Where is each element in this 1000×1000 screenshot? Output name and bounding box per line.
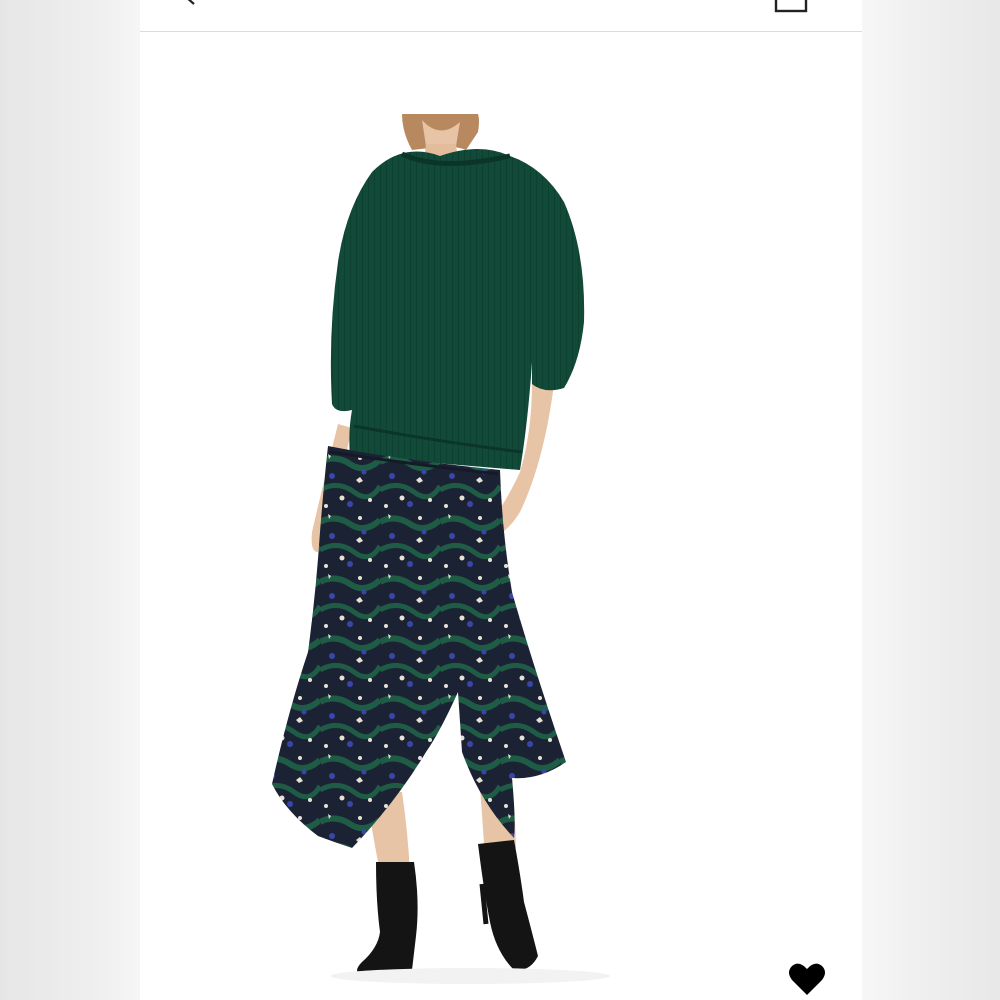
product-screen <box>140 0 862 1000</box>
top-nav-bar <box>140 0 862 32</box>
product-photo <box>272 114 610 984</box>
left-boot-heel <box>403 931 411 971</box>
chevron-left-icon[interactable] <box>180 0 208 10</box>
blurred-background-left <box>0 0 140 1000</box>
shopping-bag-icon[interactable] <box>774 0 810 14</box>
heart-icon[interactable] <box>788 962 826 996</box>
blurred-background-right <box>862 0 1000 1000</box>
floor-shadow <box>330 968 610 984</box>
right-boot <box>478 840 538 971</box>
